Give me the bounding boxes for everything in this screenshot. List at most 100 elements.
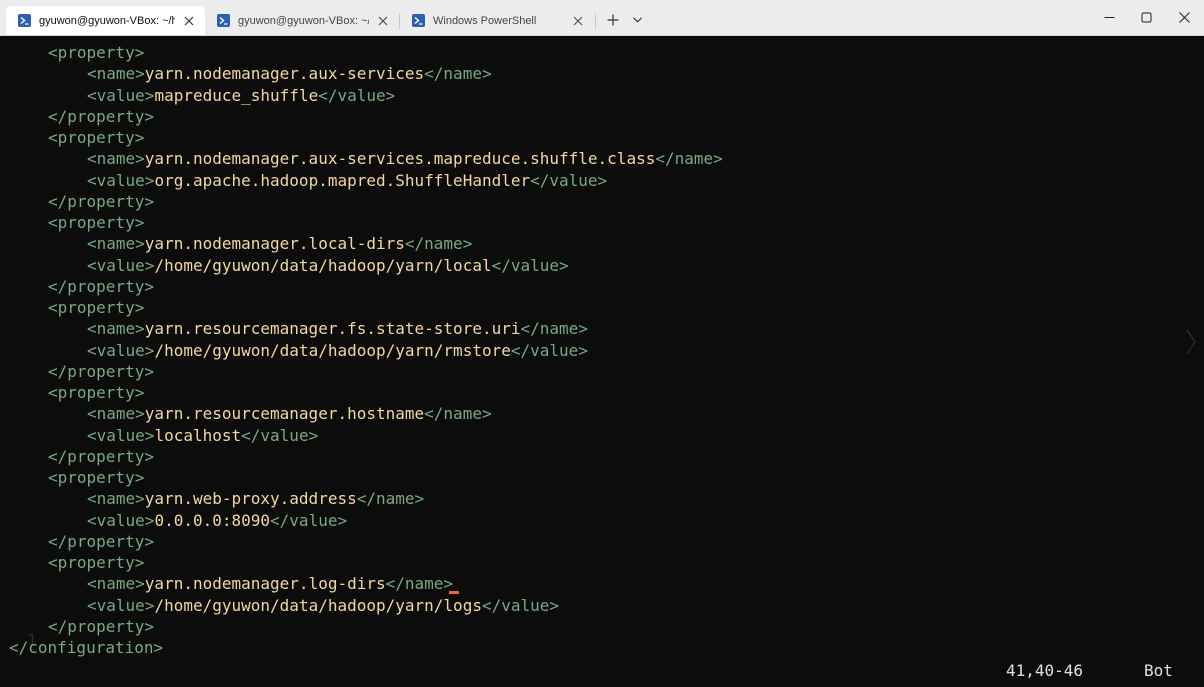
tab-divider (595, 13, 596, 29)
terminal-content[interactable]: 1 <property> <name>yarn.nodemanager.aux-s… (0, 36, 1204, 687)
xml-open-tag: <value> (87, 255, 155, 275)
xml-value: mapreduce_shuffle (154, 85, 319, 105)
xml-tag: </property> (48, 191, 154, 211)
xml-close-tag: </name> (385, 574, 454, 594)
xml-tag-line: </property> (9, 531, 154, 552)
xml-element-line: <name>yarn.resourcemanager.fs.state-stor… (9, 318, 588, 339)
xml-value: org.apache.hadoop.mapred.ShuffleHandler (154, 170, 531, 190)
xml-value: yarn.nodemanager.aux-services.mapreduce.… (144, 149, 656, 169)
xml-open-tag: <name> (87, 489, 145, 509)
maximize-icon[interactable] (1128, 4, 1164, 30)
plus-icon[interactable] (603, 10, 623, 30)
xml-tag-line: </property> (9, 276, 154, 297)
tab-gyuwon-home[interactable]: gyuwon@gyuwon-VBox: ~/h (6, 6, 205, 35)
xml-value: /home/gyuwon/data/hadoop/yarn/local (154, 255, 492, 275)
xml-tag-line: <property> (9, 212, 144, 233)
xml-open-tag: <name> (87, 319, 145, 339)
xml-open-tag: <value> (87, 510, 155, 530)
xml-tag: <property> (48, 213, 145, 232)
xml-open-tag: <name> (87, 404, 145, 424)
close-icon[interactable] (570, 13, 586, 29)
xml-element-line: <value>mapreduce_shuffle</value> (9, 85, 395, 106)
xml-close-tag: </name> (520, 319, 588, 339)
xml-tag-line: <property> (9, 42, 144, 63)
xml-tag: </property> (48, 106, 154, 126)
xml-tag-line: <property> (9, 467, 144, 488)
window-close-icon[interactable] (1166, 4, 1202, 30)
xml-tag: <property> (48, 43, 145, 62)
tab-windows-powershell[interactable]: Windows PowerShell (400, 6, 594, 35)
tab-title: gyuwon@gyuwon-VBox: ~/h (39, 14, 175, 27)
xml-element-line: <name>yarn.nodemanager.local-dirs</name> (9, 233, 472, 254)
xml-close-tag: </name> (655, 149, 723, 169)
chevron-right-icon[interactable] (1184, 328, 1198, 356)
tab-title: Windows PowerShell (433, 14, 537, 27)
xml-close-tag: </name> (356, 489, 425, 509)
xml-value: yarn.nodemanager.local-dirs (144, 234, 405, 254)
powershell-icon (412, 14, 425, 27)
xml-value: yarn.web-proxy.address (144, 489, 357, 509)
xml-open-tag: <name> (87, 234, 145, 254)
text-cursor (449, 591, 459, 594)
xml-tag: </property> (48, 361, 154, 381)
xml-tag: </property> (48, 531, 154, 551)
cursor-position: 41,40-46 (1006, 661, 1084, 680)
xml-value: 0.0.0.0:8090 (154, 510, 271, 530)
xml-close-tag: </value> (481, 595, 560, 615)
xml-tag-line: <property> (9, 382, 144, 403)
chevron-down-icon[interactable] (627, 10, 647, 30)
xml-open-tag: <name> (87, 149, 145, 169)
xml-close-tag: </value> (530, 170, 608, 190)
xml-open-tag: <name> (87, 64, 145, 84)
xml-close-tag: </name> (424, 64, 492, 84)
xml-element-line: <name>yarn.nodemanager.aux-services</nam… (9, 63, 492, 84)
close-icon[interactable] (375, 13, 391, 29)
xml-tag-line: </property> (9, 106, 154, 127)
xml-close-tag: </value> (318, 85, 396, 105)
tab-bar: gyuwon@gyuwon-VBox: ~/h gyuwon@gyuwon-VB… (0, 0, 1204, 36)
tab-gyuwon-data[interactable]: gyuwon@gyuwon-VBox: ~/da (205, 6, 399, 35)
xml-tag-line: <property> (9, 297, 144, 318)
xml-element-line: <value>0.0.0.0:8090</value> (9, 510, 347, 531)
scroll-position: Bot (1144, 661, 1173, 680)
xml-close-tag: </name> (424, 404, 492, 424)
xml-element-line: <value>localhost</value> (9, 425, 318, 446)
xml-close-tag: </name> (404, 234, 473, 254)
xml-element-line: <value>/home/gyuwon/data/hadoop/yarn/loc… (9, 255, 569, 276)
terminal-window: gyuwon@gyuwon-VBox: ~/h gyuwon@gyuwon-VB… (0, 0, 1204, 687)
xml-tag-line: </property> (9, 446, 154, 467)
xml-tag-line: </property> (9, 616, 154, 637)
minimize-icon[interactable] (1091, 4, 1127, 30)
xml-value: /home/gyuwon/data/hadoop/yarn/logs (154, 595, 482, 615)
xml-tag: <property> (48, 553, 145, 572)
xml-tag-line: </property> (9, 191, 154, 212)
xml-close-tag: </value> (270, 510, 348, 530)
xml-element-line: <name>yarn.web-proxy.address</name> (9, 488, 424, 509)
xml-open-tag: <value> (87, 85, 155, 105)
xml-value: yarn.resourcemanager.fs.state-store.uri (144, 319, 521, 339)
xml-tag: </property> (48, 276, 154, 296)
xml-tag: </property> (48, 616, 154, 636)
xml-element-line: <name>yarn.nodemanager.log-dirs</name> (9, 573, 453, 594)
xml-open-tag: <value> (87, 340, 155, 360)
xml-element-line: <name>yarn.resourcemanager.hostname</nam… (9, 403, 492, 424)
xml-close-tag: </value> (491, 255, 569, 275)
xml-open-tag: <value> (87, 170, 155, 190)
close-icon[interactable] (181, 13, 197, 29)
xml-tag: <property> (48, 383, 145, 402)
xml-value: localhost (154, 425, 242, 445)
xml-close-tag: </value> (241, 425, 319, 445)
xml-tag: </configuration> (9, 638, 164, 657)
xml-tag-line: </property> (9, 361, 154, 382)
xml-open-tag: <value> (87, 595, 155, 615)
xml-element-line: <value>/home/gyuwon/data/hadoop/yarn/log… (9, 595, 559, 616)
xml-tag-line: <property> (9, 127, 144, 148)
xml-tag: <property> (48, 468, 145, 487)
xml-close-tag: </value> (510, 340, 588, 360)
tab-title: gyuwon@gyuwon-VBox: ~/da (238, 14, 369, 27)
xml-open-tag: <value> (87, 425, 155, 445)
xml-value: yarn.resourcemanager.hostname (144, 404, 425, 424)
xml-value: yarn.nodemanager.log-dirs (144, 574, 386, 594)
xml-value: yarn.nodemanager.aux-services (144, 64, 425, 84)
xml-element-line: <value>org.apache.hadoop.mapred.ShuffleH… (9, 170, 607, 191)
